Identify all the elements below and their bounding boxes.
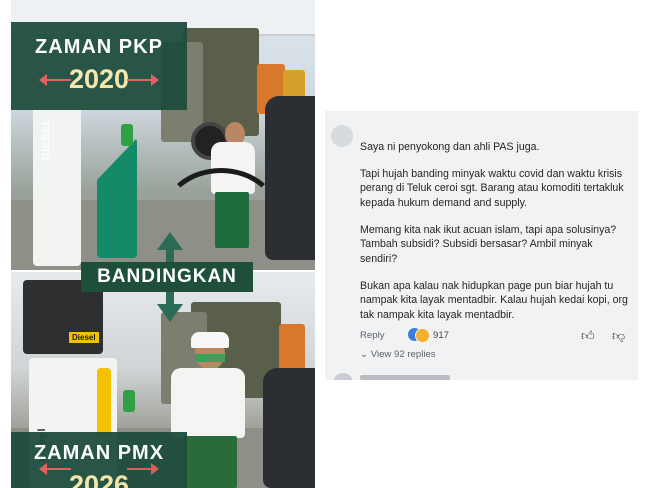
comment-paragraph: Saya ni penyokong dan ahli PAS juga.	[360, 141, 540, 153]
banner-title: ZAMAN PKP	[35, 36, 163, 58]
arrow-right-icon	[127, 463, 159, 475]
pump-tag: Diesel	[69, 332, 99, 343]
person-cap	[191, 332, 229, 348]
view-replies-link[interactable]: ⌄ View 92 replies	[360, 349, 436, 360]
banner-year: 2026	[68, 470, 130, 488]
next-comment-name	[360, 375, 450, 380]
comment-paragraph: Tapi hujah banding minyak waktu covid da…	[360, 168, 624, 209]
reply-button[interactable]: Reply	[360, 330, 385, 341]
arrow-right-icon	[127, 74, 159, 86]
banner-title: ZAMAN PMX	[33, 442, 165, 464]
car	[263, 368, 315, 488]
chevron-down-icon: ⌄	[360, 349, 369, 360]
arrow-up-stem	[166, 248, 174, 262]
arrow-down-icon	[157, 304, 183, 322]
pump-label: DIESEL	[41, 117, 52, 160]
person-sarong	[183, 436, 237, 488]
next-comment-avatar[interactable]	[333, 373, 353, 380]
view-replies-label: View 92 replies	[370, 349, 436, 360]
pump-green-panel	[97, 138, 137, 258]
pump-yellow-strip	[97, 368, 111, 438]
banner-2020: ZAMAN PKP 2020	[11, 22, 187, 110]
banner-year: 2020	[68, 64, 130, 94]
heart-icon	[415, 328, 430, 343]
thumb-down-outline-icon[interactable]: 👎︎	[612, 328, 625, 344]
avatar[interactable]	[331, 125, 353, 147]
compare-label: BANDINGKAN	[81, 262, 253, 292]
comment-card: Saya ni penyokong dan ahli PAS juga. Tap…	[325, 111, 638, 380]
nozzle	[121, 124, 133, 146]
banner-2026: ZAMAN PMX 2026	[11, 432, 187, 488]
person-shirt	[171, 368, 245, 438]
fuel-hose	[161, 168, 281, 268]
thumb-up-outline-icon[interactable]: 👍︎	[581, 328, 595, 344]
face-mask	[195, 354, 225, 362]
reaction-count[interactable]: 917	[433, 330, 449, 341]
nozzle	[123, 390, 135, 412]
comparison-graphic: DIESEL Diesel diesel ZAMAN P	[11, 0, 315, 488]
comment-paragraph: Memang kita nak ikut acuan islam, tapi a…	[360, 224, 617, 265]
comment-paragraph: Bukan apa kalau nak hidupkan page pun bi…	[360, 280, 628, 321]
comment-actions: Reply 917 👍︎ 👎︎	[360, 327, 630, 345]
